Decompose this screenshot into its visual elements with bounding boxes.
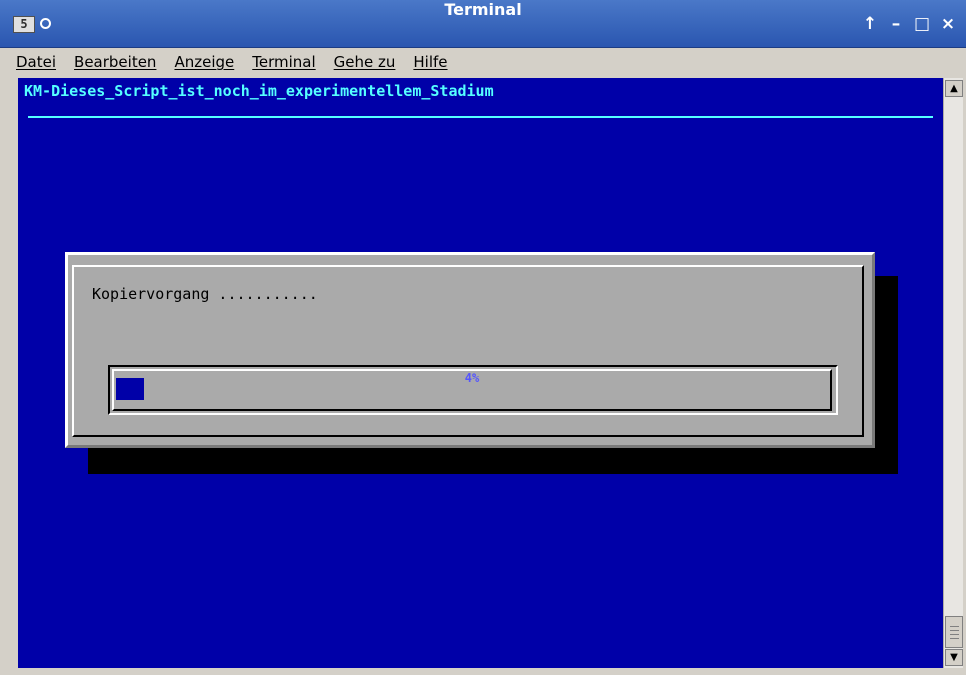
progress-gauge: 4% [108,365,838,415]
window-frame-left [0,76,18,675]
maximize-button[interactable]: □ [912,12,932,36]
window-frame-bottom [0,668,966,675]
progress-dialog: Kopiervorgang ........... 4% [65,252,875,448]
vertical-scrollbar[interactable]: ▲ ▼ [943,78,963,668]
shade-window-button[interactable]: ↑ [860,12,880,36]
dialog-message: Kopiervorgang ........... [92,285,318,303]
menu-gehe-zu[interactable]: Gehe zu [334,53,396,71]
menu-bearbeiten[interactable]: Bearbeiten [74,53,156,71]
scroll-down-icon[interactable]: ▼ [945,649,963,666]
terminal-area[interactable]: KM-Dieses_Script_ist_noch_im_experimente… [18,78,943,668]
close-button[interactable]: × [938,12,958,36]
menu-anzeige[interactable]: Anzeige [174,53,234,71]
menu-bar: Datei Bearbeiten Anzeige Terminal Gehe z… [0,48,966,76]
menu-hilfe[interactable]: Hilfe [413,53,447,71]
window-controls: ↑ – □ × [860,12,958,36]
scroll-up-icon[interactable]: ▲ [945,80,963,97]
minimize-button[interactable]: – [886,12,906,36]
dialog-inner-frame: Kopiervorgang ........... 4% [72,265,864,437]
menu-datei[interactable]: Datei [16,53,56,71]
progress-track: 4% [112,369,832,411]
progress-percent: 4% [464,371,480,385]
backtitle-rule [28,116,933,118]
scroll-thumb[interactable] [945,616,963,648]
backtitle: KM-Dieses_Script_ist_noch_im_experimente… [24,82,494,100]
title-bar[interactable]: 5 Terminal ↑ – □ × [0,0,966,48]
menu-terminal[interactable]: Terminal [252,53,315,71]
window-title: Terminal [444,0,522,19]
